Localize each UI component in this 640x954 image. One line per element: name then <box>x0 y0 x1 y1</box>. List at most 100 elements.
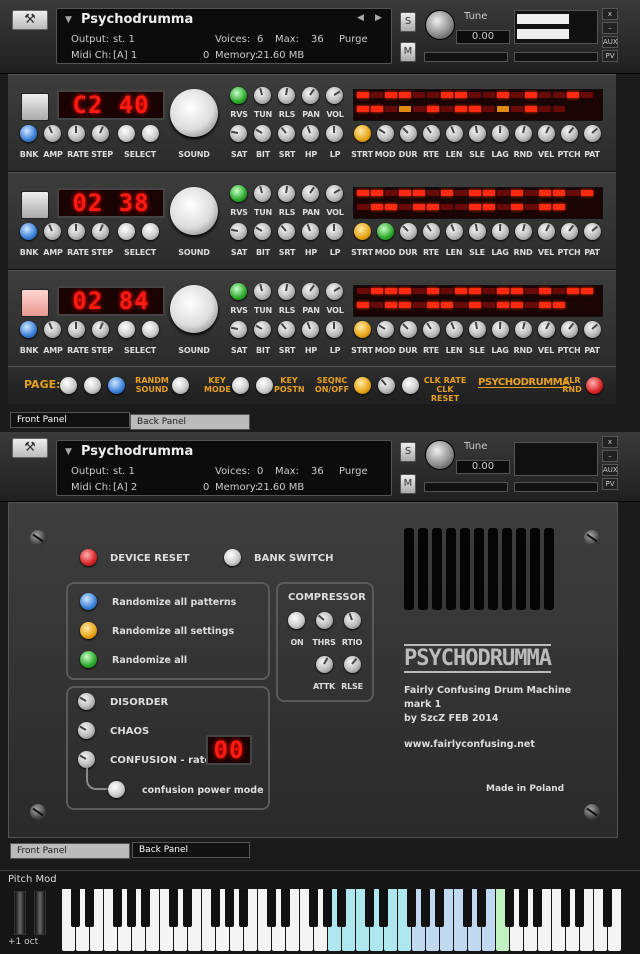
sequencer-step[interactable] <box>385 92 397 98</box>
sequencer-step[interactable] <box>385 204 397 210</box>
rnd-control[interactable] <box>515 321 532 338</box>
lag-control[interactable] <box>492 125 509 142</box>
pat-control[interactable] <box>584 125 601 142</box>
sequencer-step[interactable] <box>525 190 537 196</box>
max-value[interactable]: 36 <box>311 34 324 45</box>
sequencer-step[interactable] <box>553 92 565 98</box>
black-key[interactable] <box>421 889 430 927</box>
disorder-knob[interactable] <box>78 693 95 710</box>
sequencer-step[interactable] <box>455 190 467 196</box>
vol-control[interactable] <box>326 185 343 202</box>
mute-button[interactable]: M <box>400 42 416 62</box>
sequencer-step[interactable] <box>441 204 453 210</box>
mod-control[interactable] <box>377 223 394 240</box>
sequencer-step[interactable] <box>371 190 383 196</box>
sequencer-step[interactable] <box>497 302 509 308</box>
sequencer-step[interactable] <box>483 288 495 294</box>
tab-front-panel-2[interactable]: Front Panel <box>10 843 130 859</box>
aux-button[interactable]: AUX <box>602 464 618 476</box>
sound-knob[interactable] <box>170 89 218 137</box>
sequencer-step[interactable] <box>357 204 369 210</box>
bank-switch-button[interactable] <box>224 549 241 566</box>
dur-control[interactable] <box>400 223 417 240</box>
rls-control[interactable] <box>278 87 295 104</box>
sequencer-step[interactable] <box>455 302 467 308</box>
black-key[interactable] <box>407 889 416 927</box>
black-key[interactable] <box>533 889 542 927</box>
mod-control[interactable] <box>377 125 394 142</box>
randomize-all-button[interactable] <box>80 651 97 668</box>
rnd-control[interactable] <box>515 223 532 240</box>
midi-select[interactable]: [A] 1 <box>113 50 137 61</box>
black-key[interactable] <box>225 889 234 927</box>
minimize-icon[interactable]: – <box>602 22 618 34</box>
sequencer-step[interactable] <box>357 106 369 112</box>
tab-back-panel-2[interactable]: Back Panel <box>132 842 250 858</box>
sequencer-step[interactable] <box>525 204 537 210</box>
rate-knob[interactable] <box>68 223 85 240</box>
amp-knob[interactable] <box>44 223 61 240</box>
sequencer-step[interactable] <box>357 92 369 98</box>
purge-menu[interactable]: Purge <box>339 34 368 45</box>
sequencer-step[interactable] <box>413 92 425 98</box>
step-sequencer[interactable] <box>353 187 603 219</box>
sequencer-step[interactable] <box>525 302 537 308</box>
srt-knob[interactable] <box>278 125 295 142</box>
step-sequencer[interactable] <box>353 89 603 121</box>
step-sequencer[interactable] <box>353 285 603 317</box>
sequencer-step[interactable] <box>469 106 481 112</box>
solo-button[interactable]: S <box>400 442 416 462</box>
bit-knob[interactable] <box>254 321 271 338</box>
lp-knob[interactable] <box>326 321 343 338</box>
black-key[interactable] <box>477 889 486 927</box>
random-sound-button[interactable] <box>172 377 189 394</box>
sequencer-step[interactable] <box>539 106 551 112</box>
len-control[interactable] <box>446 321 463 338</box>
sequencer-step[interactable] <box>455 204 467 210</box>
sequencer-step[interactable] <box>399 92 411 98</box>
sequencer-step[interactable] <box>427 190 439 196</box>
select-prev-button[interactable] <box>118 125 135 142</box>
minimize-icon[interactable]: – <box>602 450 618 462</box>
sequencer-step[interactable] <box>497 204 509 210</box>
lag-control[interactable] <box>492 223 509 240</box>
midi-select[interactable]: [A] 2 <box>113 482 137 493</box>
pat-control[interactable] <box>584 321 601 338</box>
rvs-control[interactable] <box>230 185 247 202</box>
sequencer-step[interactable] <box>441 190 453 196</box>
trigger-pad[interactable] <box>21 289 49 317</box>
sequencer-step[interactable] <box>455 106 467 112</box>
sequencer-step[interactable] <box>539 288 551 294</box>
sequencer-step[interactable] <box>371 288 383 294</box>
sequencer-step[interactable] <box>385 190 397 196</box>
instrument-name[interactable]: Psychodrumma <box>81 12 193 27</box>
sequencer-step[interactable] <box>483 106 495 112</box>
bank-button[interactable] <box>20 223 37 240</box>
sequencer-step[interactable] <box>385 288 397 294</box>
tune-knob[interactable] <box>425 10 455 40</box>
sequencer-step[interactable] <box>511 204 523 210</box>
instrument-name[interactable]: Psychodrumma <box>81 444 193 459</box>
sequencer-step[interactable] <box>413 190 425 196</box>
black-key[interactable] <box>463 889 472 927</box>
sequencer-step[interactable] <box>399 204 411 210</box>
threshold-knob[interactable] <box>316 612 333 629</box>
ptch-control[interactable] <box>561 125 578 142</box>
black-key[interactable] <box>127 889 136 927</box>
pat-control[interactable] <box>584 223 601 240</box>
black-key[interactable] <box>113 889 122 927</box>
sequencer-step[interactable] <box>371 106 383 112</box>
sequencer-step[interactable] <box>469 302 481 308</box>
sequencer-step[interactable] <box>553 106 565 112</box>
rte-control[interactable] <box>423 125 440 142</box>
sat-knob[interactable] <box>230 125 247 142</box>
release-knob[interactable] <box>344 656 361 673</box>
vol-control[interactable] <box>326 87 343 104</box>
black-key[interactable] <box>267 889 276 927</box>
trigger-pad[interactable] <box>21 191 49 219</box>
pv-button[interactable]: PV <box>602 478 618 490</box>
pan-control[interactable] <box>302 185 319 202</box>
mod-control[interactable] <box>377 321 394 338</box>
black-key[interactable] <box>85 889 94 927</box>
sequencer-step[interactable] <box>413 288 425 294</box>
